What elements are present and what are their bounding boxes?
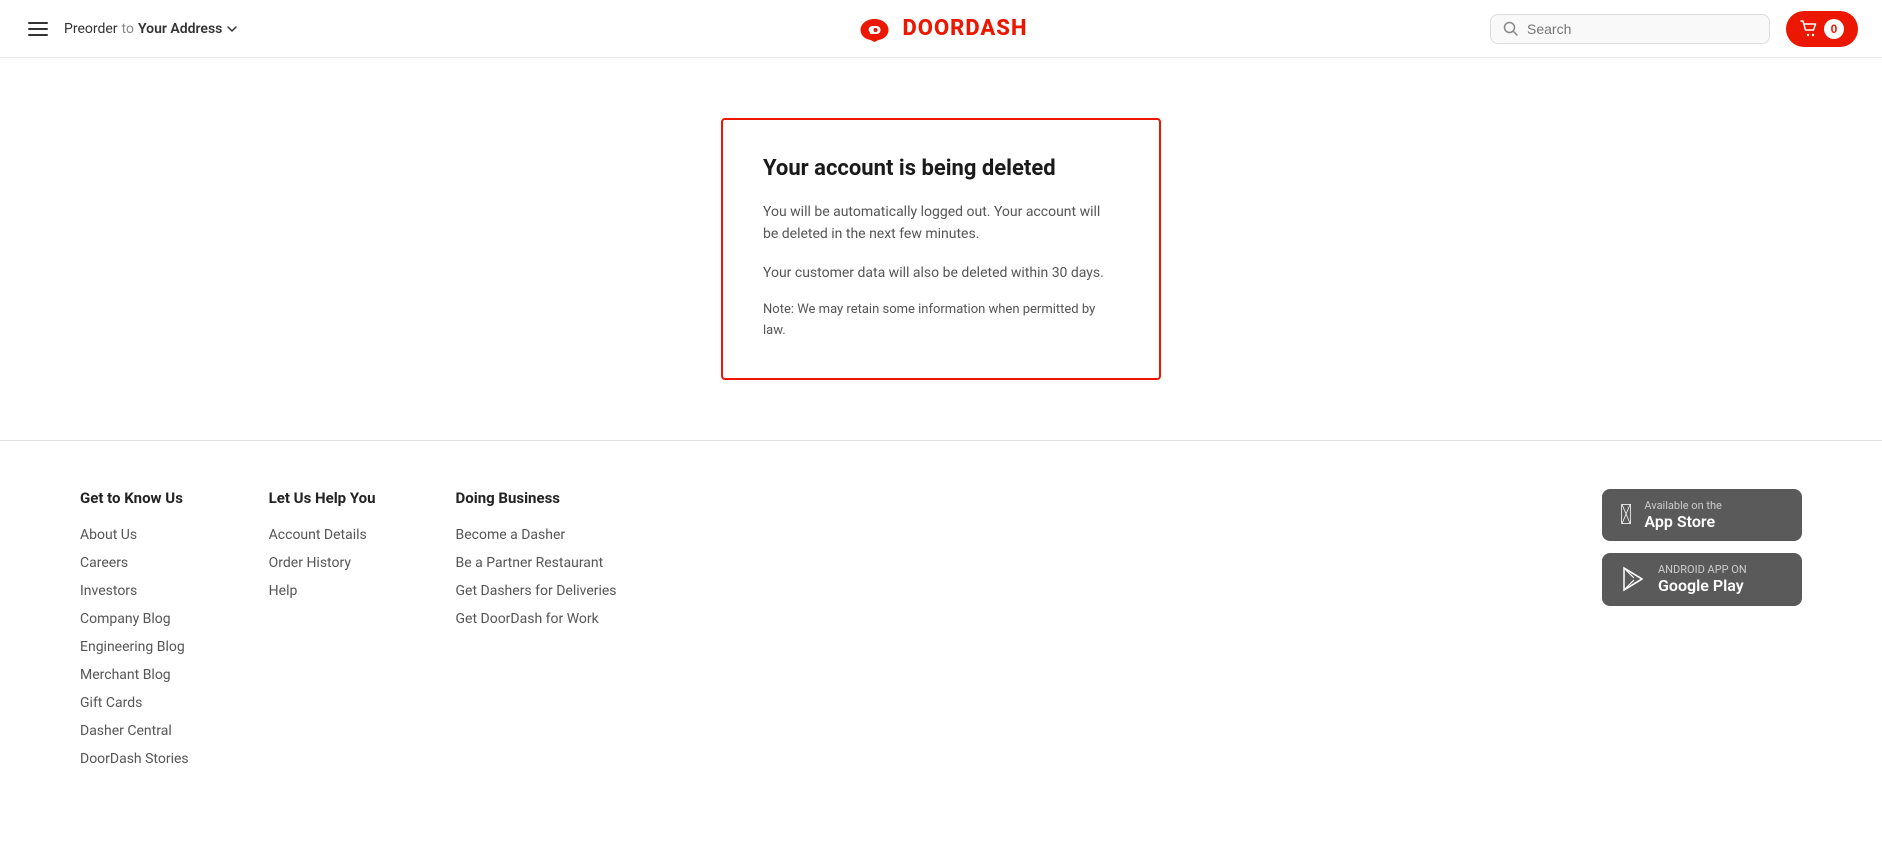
footer-link-order-history[interactable]: Order History (269, 555, 351, 571)
list-item: Account Details (269, 527, 376, 543)
footer-link-partner-restaurant[interactable]: Be a Partner Restaurant (456, 555, 604, 571)
cart-button[interactable]: 0 (1786, 11, 1858, 47)
logo-area[interactable]: DOORDASH (855, 16, 1028, 42)
google-play-icon (1620, 566, 1646, 592)
list-item: Get Dashers for Deliveries (456, 583, 617, 599)
footer-columns: Get to Know Us About Us Careers Investor… (80, 489, 1602, 767)
search-bar[interactable] (1490, 14, 1770, 44)
list-item: Become a Dasher (456, 527, 617, 543)
account-deleted-card: Your account is being deleted You will b… (721, 118, 1161, 380)
app-store-button[interactable]:  Available on the App Store (1602, 489, 1802, 541)
app-store-buttons:  Available on the App Store ANDROID APP… (1602, 489, 1802, 767)
footer-link-help[interactable]: Help (269, 583, 298, 599)
card-title: Your account is being deleted (763, 156, 1119, 181)
footer-link-dashers-deliveries[interactable]: Get Dashers for Deliveries (456, 583, 617, 599)
search-icon (1503, 21, 1519, 37)
footer-col1-links: About Us Careers Investors Company Blog … (80, 527, 189, 767)
footer-link-dasher-central[interactable]: Dasher Central (80, 723, 172, 739)
footer-link-doordash-stories[interactable]: DoorDash Stories (80, 751, 189, 767)
card-para2: Your customer data will also be deleted … (763, 262, 1119, 284)
list-item: Investors (80, 583, 189, 599)
list-item: Order History (269, 555, 376, 571)
card-para1: You will be automatically logged out. Yo… (763, 201, 1119, 246)
footer-col1-heading: Get to Know Us (80, 489, 189, 507)
preorder-location[interactable]: Preorder to Your Address (64, 21, 238, 37)
list-item: Careers (80, 555, 189, 571)
app-store-text: Available on the App Store (1644, 499, 1721, 531)
site-footer: Get to Know Us About Us Careers Investor… (0, 441, 1882, 815)
footer-link-merchant-blog[interactable]: Merchant Blog (80, 667, 171, 683)
footer-link-investors[interactable]: Investors (80, 583, 137, 599)
footer-col3-links: Become a Dasher Be a Partner Restaurant … (456, 527, 617, 627)
footer-col2-links: Account Details Order History Help (269, 527, 376, 599)
footer-link-careers[interactable]: Careers (80, 555, 128, 571)
search-input[interactable] (1527, 21, 1757, 37)
google-play-text: ANDROID APP ON Google Play (1658, 563, 1747, 595)
logo-text: DOORDASH (903, 16, 1028, 41)
address-label: Your Address (138, 21, 222, 37)
list-item: Merchant Blog (80, 667, 189, 683)
cart-count: 0 (1824, 19, 1844, 39)
hamburger-menu[interactable] (24, 18, 52, 40)
footer-col-help: Let Us Help You Account Details Order Hi… (269, 489, 376, 767)
header-right: 0 (1490, 11, 1858, 47)
footer-link-doordash-work[interactable]: Get DoorDash for Work (456, 611, 599, 627)
footer-link-gift-cards[interactable]: Gift Cards (80, 695, 142, 711)
list-item: Get DoorDash for Work (456, 611, 617, 627)
footer-link-engineering-blog[interactable]: Engineering Blog (80, 639, 185, 655)
footer-link-account-details[interactable]: Account Details (269, 527, 367, 543)
preorder-label: Preorder (64, 21, 118, 37)
header-left: Preorder to Your Address (24, 18, 238, 40)
cart-icon (1800, 20, 1818, 38)
footer-col-know-us: Get to Know Us About Us Careers Investor… (80, 489, 189, 767)
list-item: Help (269, 583, 376, 599)
footer-col2-heading: Let Us Help You (269, 489, 376, 507)
google-play-button[interactable]: ANDROID APP ON Google Play (1602, 553, 1802, 605)
app-store-top-line: Available on the (1644, 499, 1721, 512)
app-store-bottom-line: App Store (1644, 512, 1721, 531)
google-play-top-line: ANDROID APP ON (1658, 563, 1747, 576)
main-content: Your account is being deleted You will b… (0, 58, 1882, 440)
footer-link-company-blog[interactable]: Company Blog (80, 611, 171, 627)
footer-link-become-dasher[interactable]: Become a Dasher (456, 527, 566, 543)
list-item: Dasher Central (80, 723, 189, 739)
footer-col3-heading: Doing Business (456, 489, 617, 507)
list-item: Engineering Blog (80, 639, 189, 655)
apple-icon:  (1620, 501, 1632, 529)
list-item: Gift Cards (80, 695, 189, 711)
to-label: to (122, 21, 134, 37)
google-play-bottom-line: Google Play (1658, 576, 1747, 595)
list-item: Company Blog (80, 611, 189, 627)
site-header: Preorder to Your Address DOORDASH (0, 0, 1882, 58)
footer-col-business: Doing Business Become a Dasher Be a Part… (456, 489, 617, 767)
list-item: DoorDash Stories (80, 751, 189, 767)
list-item: About Us (80, 527, 189, 543)
list-item: Be a Partner Restaurant (456, 555, 617, 571)
chevron-down-icon (226, 23, 238, 35)
doordash-logo-icon (855, 16, 895, 42)
footer-link-about[interactable]: About Us (80, 527, 137, 543)
card-para3: Note: We may retain some information whe… (763, 300, 1119, 342)
